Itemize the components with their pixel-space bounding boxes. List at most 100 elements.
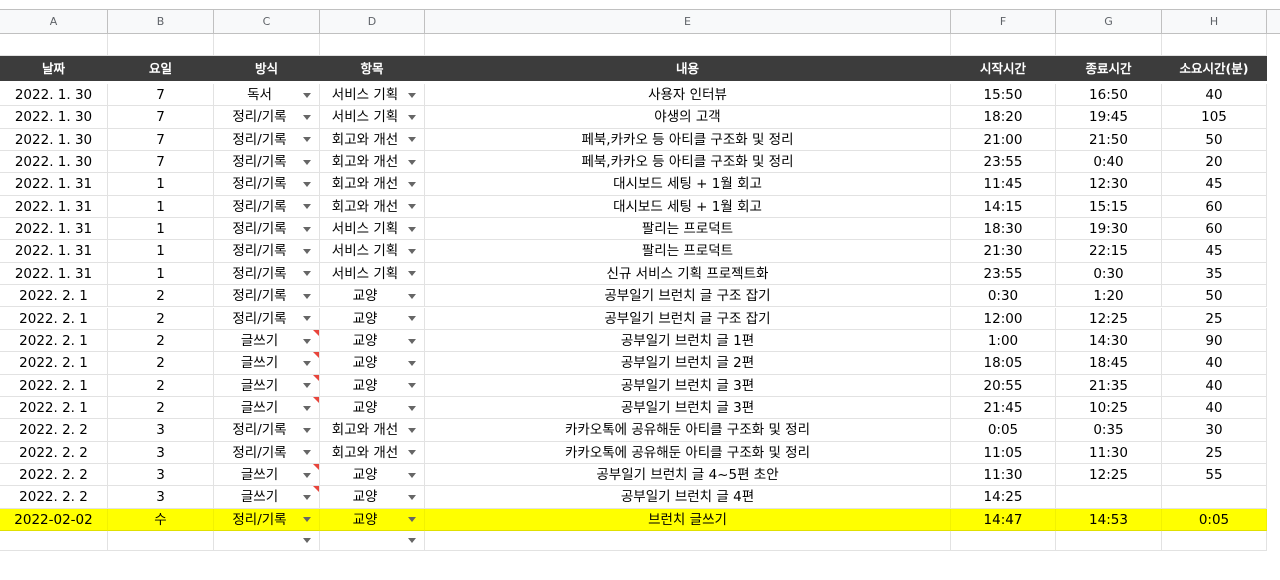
cell-content[interactable] bbox=[425, 530, 951, 551]
cell-day[interactable] bbox=[108, 530, 214, 551]
dropdown-arrow-icon[interactable] bbox=[408, 494, 416, 500]
dropdown-arrow-icon[interactable] bbox=[303, 249, 311, 255]
cell-duration[interactable]: 90 bbox=[1162, 329, 1267, 353]
cell-duration[interactable]: 50 bbox=[1162, 128, 1267, 152]
cell-day[interactable]: 3 bbox=[108, 486, 214, 509]
dropdown-arrow-icon[interactable] bbox=[408, 538, 416, 544]
cell-content[interactable]: 공부일기 브런치 글 구조 잡기 bbox=[425, 285, 951, 308]
cell-method[interactable] bbox=[214, 34, 320, 56]
cell-item[interactable]: 교양 bbox=[320, 486, 425, 509]
dropdown-arrow-icon[interactable] bbox=[303, 472, 311, 478]
cell-start[interactable]: 18:20 bbox=[951, 106, 1056, 129]
cell-item[interactable]: 교양 bbox=[320, 508, 425, 531]
cell-day[interactable]: 2 bbox=[108, 396, 214, 420]
cell-date[interactable]: 2022. 1. 30 bbox=[0, 106, 108, 129]
cell-date[interactable]: 2022. 2. 2 bbox=[0, 486, 108, 509]
cell-content[interactable]: 내용 bbox=[425, 56, 951, 81]
cell-item[interactable]: 서비스 기획 bbox=[320, 262, 425, 286]
cell-item[interactable]: 회고와 개선 bbox=[320, 151, 425, 174]
cell-method[interactable] bbox=[214, 530, 320, 551]
column-letter-f[interactable]: F bbox=[951, 10, 1056, 33]
cell-date[interactable]: 2022. 1. 31 bbox=[0, 262, 108, 286]
cell-content[interactable]: 대시보드 세팅 + 1월 회고 bbox=[425, 195, 951, 219]
cell-method[interactable]: 정리/기록 bbox=[214, 106, 320, 129]
dropdown-arrow-icon[interactable] bbox=[303, 92, 311, 98]
cell-duration[interactable] bbox=[1162, 34, 1267, 56]
cell-end[interactable]: 12:25 bbox=[1056, 307, 1162, 330]
cell-content[interactable] bbox=[425, 34, 951, 56]
cell-date[interactable]: 2022. 2. 1 bbox=[0, 285, 108, 308]
cell-end[interactable]: 14:30 bbox=[1056, 329, 1162, 353]
dropdown-arrow-icon[interactable] bbox=[303, 159, 311, 165]
cell-start[interactable]: 21:30 bbox=[951, 240, 1056, 263]
cell-start[interactable] bbox=[951, 34, 1056, 56]
dropdown-arrow-icon[interactable] bbox=[408, 159, 416, 165]
cell-day[interactable]: 2 bbox=[108, 307, 214, 330]
cell-duration[interactable]: 0:05 bbox=[1162, 508, 1267, 531]
cell-start[interactable]: 21:45 bbox=[951, 396, 1056, 420]
cell-content[interactable]: 카카오톡에 공유해둔 아티클 구조화 및 정리 bbox=[425, 441, 951, 464]
cell-method[interactable]: 글쓰기 bbox=[214, 463, 320, 487]
cell-end[interactable]: 0:30 bbox=[1056, 262, 1162, 286]
cell-method[interactable]: 정리/기록 bbox=[214, 128, 320, 152]
cell-duration[interactable]: 105 bbox=[1162, 106, 1267, 129]
cell-date[interactable]: 2022. 1. 30 bbox=[0, 128, 108, 152]
cell-day[interactable]: 3 bbox=[108, 463, 214, 487]
cell-duration[interactable]: 40 bbox=[1162, 374, 1267, 397]
cell-start[interactable]: 0:30 bbox=[951, 285, 1056, 308]
cell-content[interactable]: 사용자 인터뷰 bbox=[425, 84, 951, 107]
dropdown-arrow-icon[interactable] bbox=[303, 316, 311, 322]
cell-start[interactable]: 14:25 bbox=[951, 486, 1056, 509]
cell-start[interactable]: 18:30 bbox=[951, 218, 1056, 241]
cell-method[interactable]: 정리/기록 bbox=[214, 419, 320, 442]
cell-date[interactable]: 2022. 1. 30 bbox=[0, 84, 108, 107]
cell-date[interactable]: 2022. 1. 31 bbox=[0, 218, 108, 241]
cell-duration[interactable]: 소요시간(분) bbox=[1162, 56, 1267, 81]
cell-item[interactable]: 회고와 개선 bbox=[320, 195, 425, 219]
cell-day[interactable]: 3 bbox=[108, 441, 214, 464]
cell-end[interactable]: 10:25 bbox=[1056, 396, 1162, 420]
cell-day[interactable]: 3 bbox=[108, 419, 214, 442]
cell-duration[interactable]: 35 bbox=[1162, 262, 1267, 286]
cell-date[interactable]: 2022. 2. 2 bbox=[0, 419, 108, 442]
dropdown-arrow-icon[interactable] bbox=[408, 316, 416, 322]
cell-method[interactable]: 정리/기록 bbox=[214, 195, 320, 219]
cell-end[interactable]: 19:45 bbox=[1056, 106, 1162, 129]
column-letter-d[interactable]: D bbox=[320, 10, 425, 33]
cell-date[interactable]: 2022. 1. 31 bbox=[0, 173, 108, 196]
dropdown-arrow-icon[interactable] bbox=[303, 383, 311, 389]
dropdown-arrow-icon[interactable] bbox=[408, 115, 416, 121]
cell-content[interactable]: 팔리는 프로덕트 bbox=[425, 240, 951, 263]
cell-method[interactable]: 정리/기록 bbox=[214, 441, 320, 464]
cell-content[interactable]: 공부일기 브런치 글 구조 잡기 bbox=[425, 307, 951, 330]
dropdown-arrow-icon[interactable] bbox=[303, 338, 311, 344]
cell-item[interactable]: 교양 bbox=[320, 396, 425, 420]
cell-item[interactable]: 서비스 기획 bbox=[320, 240, 425, 263]
cell-end[interactable] bbox=[1056, 486, 1162, 509]
cell-day[interactable]: 2 bbox=[108, 352, 214, 375]
column-letter-h[interactable]: H bbox=[1162, 10, 1267, 33]
cell-item[interactable]: 교양 bbox=[320, 307, 425, 330]
dropdown-arrow-icon[interactable] bbox=[303, 293, 311, 299]
cell-date[interactable]: 2022. 1. 31 bbox=[0, 240, 108, 263]
cell-method[interactable]: 정리/기록 bbox=[214, 508, 320, 531]
cell-date[interactable]: 2022. 2. 1 bbox=[0, 329, 108, 353]
cell-duration[interactable]: 40 bbox=[1162, 84, 1267, 107]
cell-start[interactable]: 시작시간 bbox=[951, 56, 1056, 81]
cell-method[interactable]: 글쓰기 bbox=[214, 352, 320, 375]
cell-method[interactable]: 글쓰기 bbox=[214, 329, 320, 353]
cell-duration[interactable]: 45 bbox=[1162, 240, 1267, 263]
cell-item[interactable]: 서비스 기획 bbox=[320, 106, 425, 129]
cell-duration[interactable]: 55 bbox=[1162, 463, 1267, 487]
cell-start[interactable]: 11:30 bbox=[951, 463, 1056, 487]
cell-day[interactable]: 7 bbox=[108, 106, 214, 129]
cell-start[interactable]: 11:45 bbox=[951, 173, 1056, 196]
cell-end[interactable]: 12:30 bbox=[1056, 173, 1162, 196]
cell-method[interactable]: 독서 bbox=[214, 84, 320, 107]
column-letter-e[interactable]: E bbox=[425, 10, 951, 33]
cell-day[interactable]: 2 bbox=[108, 329, 214, 353]
cell-item[interactable]: 회고와 개선 bbox=[320, 173, 425, 196]
cell-item[interactable] bbox=[320, 530, 425, 551]
cell-date[interactable]: 2022. 2. 1 bbox=[0, 396, 108, 420]
cell-duration[interactable]: 45 bbox=[1162, 173, 1267, 196]
